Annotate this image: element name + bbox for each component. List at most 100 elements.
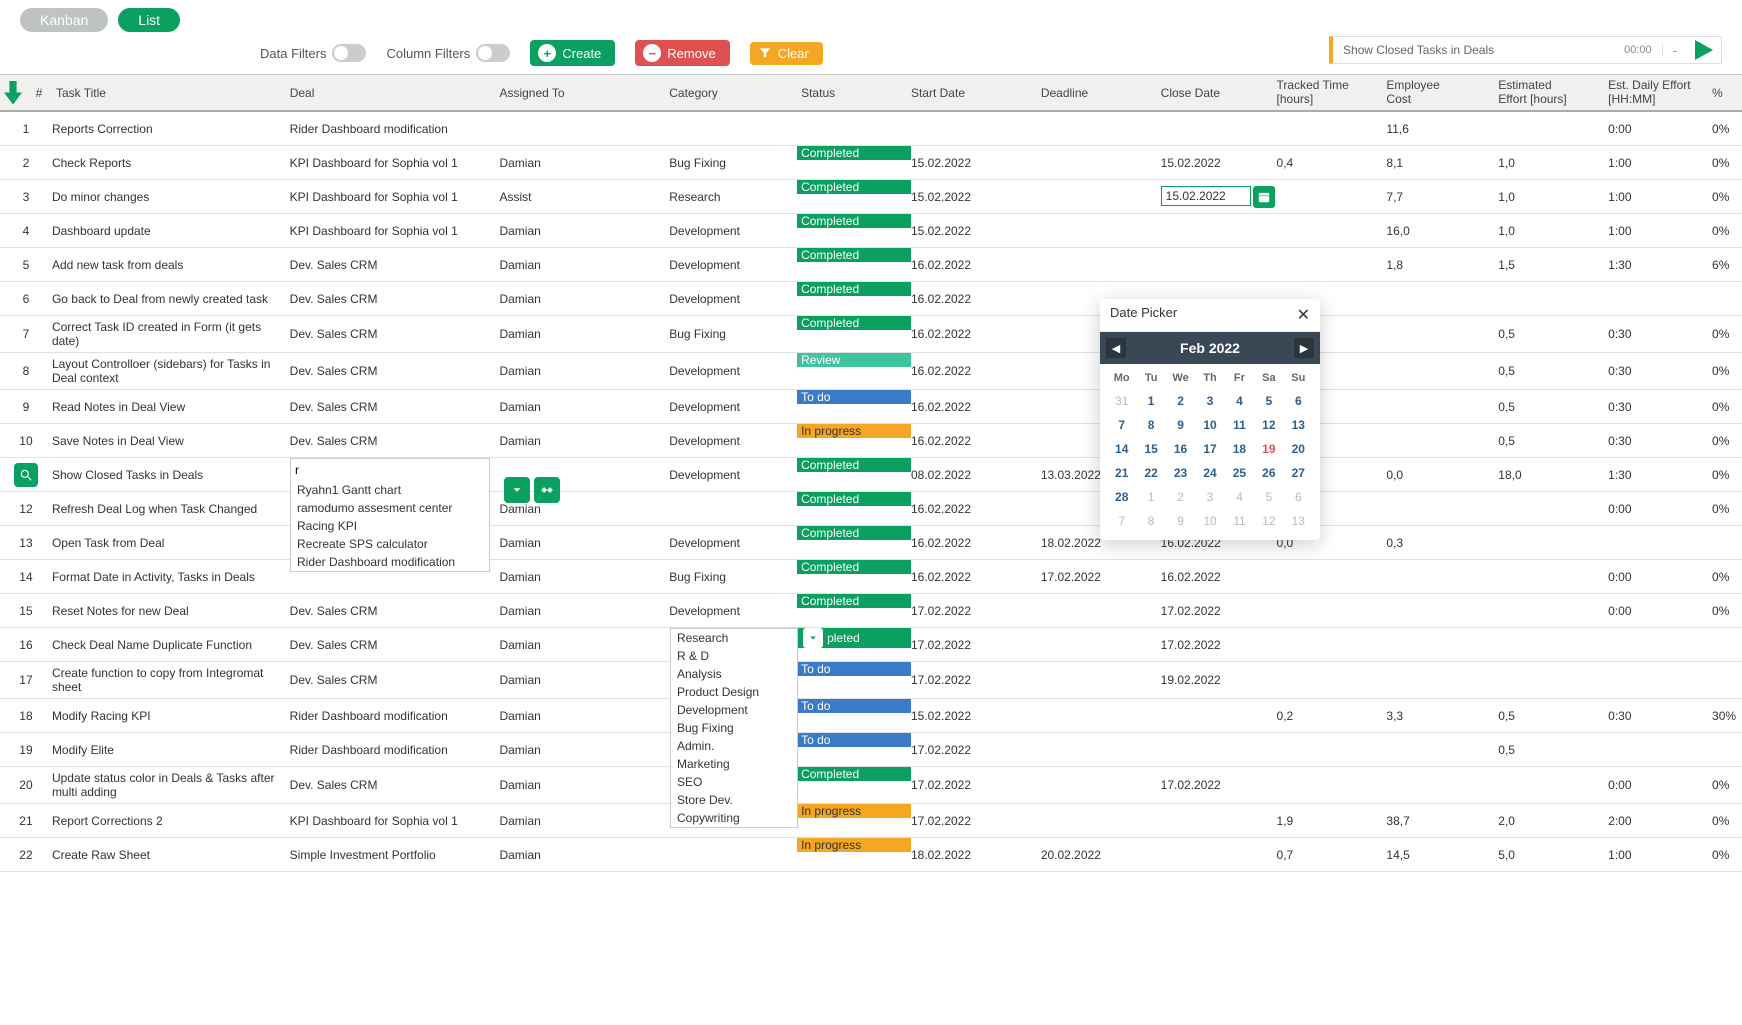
table-row[interactable]: 3Do minor changesKPI Dashboard for Sophi… [0,180,1742,214]
cell-start-date[interactable]: 08.02.2022 [911,468,1041,482]
cell-close-date[interactable]: 17.02.2022 [1161,604,1277,618]
cell-title[interactable]: Save Notes in Deal View [52,430,290,452]
cell-status[interactable]: Completed [797,282,911,296]
cell-close-date[interactable]: 16.02.2022 [1161,570,1277,584]
cell-estimated[interactable]: 1,5 [1498,258,1608,272]
cell-status[interactable]: Review [797,353,911,367]
tab-kanban[interactable]: Kanban [20,8,108,32]
calendar-day[interactable]: 9 [1167,414,1194,436]
calendar-day[interactable]: 12 [1255,414,1282,436]
cell-daily-effort[interactable]: 0:00 [1608,778,1712,792]
cell-start-date[interactable]: 17.02.2022 [911,638,1041,652]
cell-daily-effort[interactable]: 1:00 [1608,848,1712,862]
cell-category[interactable]: Research [669,190,797,204]
cell-employee-cost[interactable]: 8,1 [1386,156,1498,170]
cell-title[interactable]: Go back to Deal from newly created task [52,288,290,310]
cell-deal[interactable]: KPI Dashboard for Sophia vol 1 [290,156,500,170]
cell-title[interactable]: Dashboard update [52,220,290,242]
header-deal[interactable]: Deal [290,86,500,100]
deal-search-input[interactable] [291,459,489,481]
cell-category[interactable]: Bug Fixing [669,327,797,341]
calendar-day[interactable]: 6 [1285,486,1312,508]
cell-assigned[interactable]: Damian [499,327,669,341]
calendar-day[interactable]: 11 [1226,510,1253,532]
cell-start-date[interactable]: 17.02.2022 [911,604,1041,618]
cell-employee-cost[interactable]: 7,7 [1386,190,1498,204]
category-option[interactable]: Research [671,629,797,647]
cell-assigned[interactable]: Damian [499,814,669,828]
table-row[interactable]: 4Dashboard updateKPI Dashboard for Sophi… [0,214,1742,248]
cell-category[interactable]: Development [669,258,797,272]
calendar-day[interactable]: 5 [1255,390,1282,412]
table-row[interactable]: Show Closed Tasks in Deals DevelopmentCo… [0,458,1742,492]
calendar-day[interactable]: 3 [1196,390,1223,412]
calendar-day[interactable]: 14 [1108,438,1135,460]
cell-deal[interactable]: KPI Dashboard for Sophia vol 1 [290,224,500,238]
table-row[interactable]: 7Correct Task ID created in Form (it get… [0,316,1742,353]
table-row[interactable]: 16Check Deal Name Duplicate FunctionDev.… [0,628,1742,662]
cell-daily-effort[interactable]: 0:30 [1608,327,1712,341]
cell-tracked[interactable]: 0,7 [1277,848,1387,862]
cell-category[interactable]: Development [669,604,797,618]
data-filters-toggle[interactable]: Data Filters [260,44,366,62]
calendar-day[interactable]: 13 [1285,510,1312,532]
cell-pct[interactable]: 0% [1712,364,1742,378]
calendar-day[interactable]: 15 [1137,438,1164,460]
cell-assigned[interactable]: Assist [499,190,669,204]
cell-status[interactable]: To do [797,699,911,713]
category-option[interactable]: Store Dev. [671,791,797,809]
cell-start-date[interactable]: 16.02.2022 [911,502,1041,516]
header-close[interactable]: Close Date [1161,86,1277,100]
cell-pct[interactable]: 0% [1712,190,1742,204]
cell-estimated[interactable]: 1,0 [1498,190,1608,204]
deal-suggestion[interactable]: Rider Dashboard modification [291,553,489,571]
cell-assigned[interactable]: Damian [499,778,669,792]
calendar-day[interactable]: 31 [1108,390,1135,412]
calendar-day[interactable]: 16 [1167,438,1194,460]
table-row[interactable]: 18Modify Racing KPIRider Dashboard modif… [0,699,1742,733]
cell-deadline[interactable]: 20.02.2022 [1041,848,1161,862]
deal-suggestion[interactable]: ramodumo assesment center [291,499,489,517]
cell-assigned[interactable]: Damian [499,638,669,652]
tab-list[interactable]: List [118,8,180,32]
cell-start-date[interactable]: 15.02.2022 [911,224,1041,238]
header-tracked[interactable]: Tracked Time[hours] [1277,79,1387,105]
cell-deal[interactable]: Dev. Sales CRM [290,364,500,378]
cell-title[interactable]: Modify Racing KPI [52,705,290,727]
cell-daily-effort[interactable]: 0:00 [1608,122,1712,136]
calendar-day[interactable]: 22 [1137,462,1164,484]
play-icon[interactable] [1695,40,1713,60]
cell-pct[interactable]: 0% [1712,400,1742,414]
cell-daily-effort[interactable]: 0:00 [1608,502,1712,516]
close-icon[interactable]: ✕ [1297,305,1310,325]
cell-deal[interactable]: Rider Dashboard modification [290,122,500,136]
table-row[interactable]: 21Report Corrections 2KPI Dashboard for … [0,804,1742,838]
cell-estimated[interactable]: 1,0 [1498,224,1608,238]
cell-pct[interactable]: 0% [1712,156,1742,170]
cell-title[interactable]: Report Corrections 2 [52,810,290,832]
cell-status[interactable]: Completed [797,594,911,608]
cell-status[interactable]: Completed [797,248,911,262]
table-row[interactable]: 1Reports CorrectionRider Dashboard modif… [0,112,1742,146]
cell-status[interactable]: Completed [797,316,911,330]
category-option[interactable]: SEO [671,773,797,791]
cell-category[interactable]: Development [669,536,797,550]
cell-estimated[interactable]: 0,5 [1498,709,1608,723]
category-option[interactable]: Analysis [671,665,797,683]
calendar-day[interactable]: 6 [1285,390,1312,412]
cell-daily-effort[interactable]: 1:00 [1608,224,1712,238]
table-row[interactable]: 15Reset Notes for new DealDev. Sales CRM… [0,594,1742,628]
cell-title[interactable]: Check Deal Name Duplicate Function [52,634,290,656]
cell-employee-cost[interactable]: 16,0 [1386,224,1498,238]
calendar-day[interactable]: 7 [1108,414,1135,436]
header-assigned[interactable]: Assigned To [499,86,669,100]
cell-estimated[interactable]: 0,5 [1498,400,1608,414]
calendar-day[interactable]: 1 [1137,486,1164,508]
cell-title[interactable]: Open Task from Deal [52,532,290,554]
cell-daily-effort[interactable]: 0:00 [1608,604,1712,618]
cell-tracked[interactable]: 0,4 [1277,156,1387,170]
cell-pct[interactable]: 0% [1712,224,1742,238]
cell-pct[interactable]: 0% [1712,814,1742,828]
cell-estimated[interactable]: 0,5 [1498,364,1608,378]
calendar-day[interactable]: 10 [1196,414,1223,436]
